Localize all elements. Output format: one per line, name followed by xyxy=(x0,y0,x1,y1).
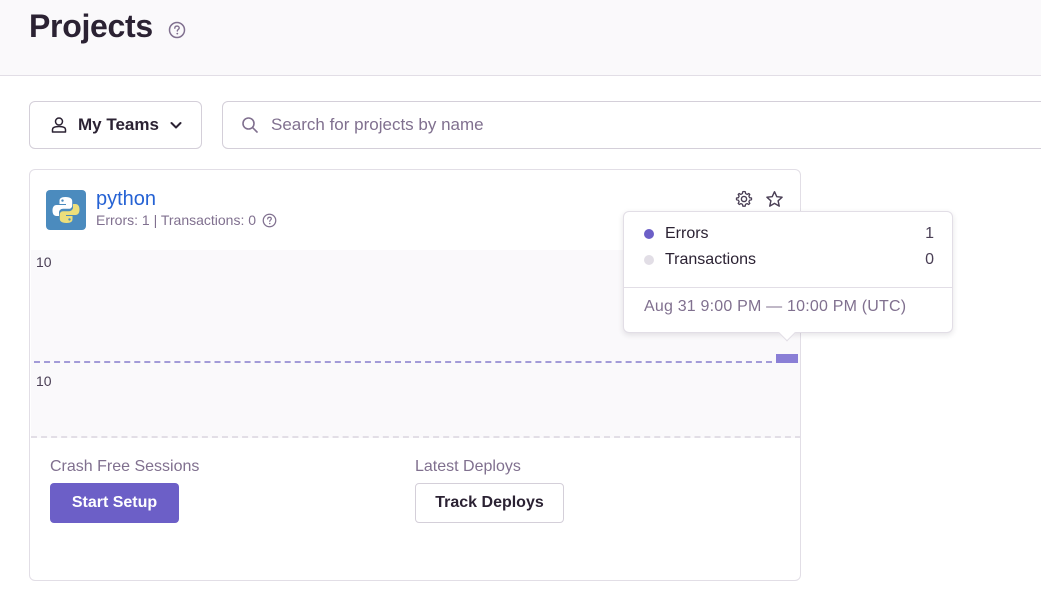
tooltip-row-transactions: Transactions 0 xyxy=(644,251,934,269)
crash-free-sessions-label: Crash Free Sessions xyxy=(50,458,200,475)
question-circle-icon[interactable] xyxy=(168,21,186,39)
tooltip-series-value: 1 xyxy=(925,225,934,242)
tooltip-date-range: Aug 31 9:00 PM — 10:00 PM (UTC) xyxy=(644,298,907,315)
tooltip-divider xyxy=(624,287,952,288)
tooltip-series-name: Errors xyxy=(665,225,709,242)
page-title: Projects xyxy=(29,8,153,44)
chevron-down-icon xyxy=(170,122,182,129)
question-circle-icon[interactable] xyxy=(262,213,277,228)
project-actions xyxy=(735,190,784,209)
project-stats: Errors: 1 | Transactions: 0 xyxy=(96,212,277,228)
chart-tick-label: 10 xyxy=(36,373,52,389)
search-input[interactable] xyxy=(271,115,971,135)
project-name-link[interactable]: python xyxy=(96,188,156,211)
chart-bottom-divider xyxy=(31,436,800,438)
my-teams-dropdown[interactable]: My Teams xyxy=(29,101,202,149)
track-deploys-button[interactable]: Track Deploys xyxy=(415,483,564,523)
star-icon[interactable] xyxy=(765,190,784,209)
tooltip-row-errors: Errors 1 xyxy=(644,225,934,243)
chart-tick-label: 10 xyxy=(36,254,52,270)
tooltip-series-value: 0 xyxy=(925,251,934,268)
start-setup-button[interactable]: Start Setup xyxy=(50,483,179,523)
my-teams-label: My Teams xyxy=(78,115,159,134)
chart-baseline xyxy=(34,361,772,363)
chart-bar-errors[interactable] xyxy=(776,354,798,363)
search-bar[interactable] xyxy=(222,101,1041,149)
gear-icon[interactable] xyxy=(735,190,753,208)
search-icon xyxy=(242,117,258,133)
python-logo-icon xyxy=(46,190,86,230)
page-header: Projects xyxy=(0,0,1041,76)
chart-tooltip: Errors 1 Transactions 0 Aug 31 9:00 PM —… xyxy=(623,211,953,342)
errors-dot-icon xyxy=(644,229,654,239)
transactions-dot-icon xyxy=(644,255,654,265)
tooltip-series-name: Transactions xyxy=(665,251,756,268)
project-stats-text: Errors: 1 | Transactions: 0 xyxy=(96,212,257,228)
latest-deploys-label: Latest Deploys xyxy=(415,458,521,475)
user-icon xyxy=(51,117,67,133)
